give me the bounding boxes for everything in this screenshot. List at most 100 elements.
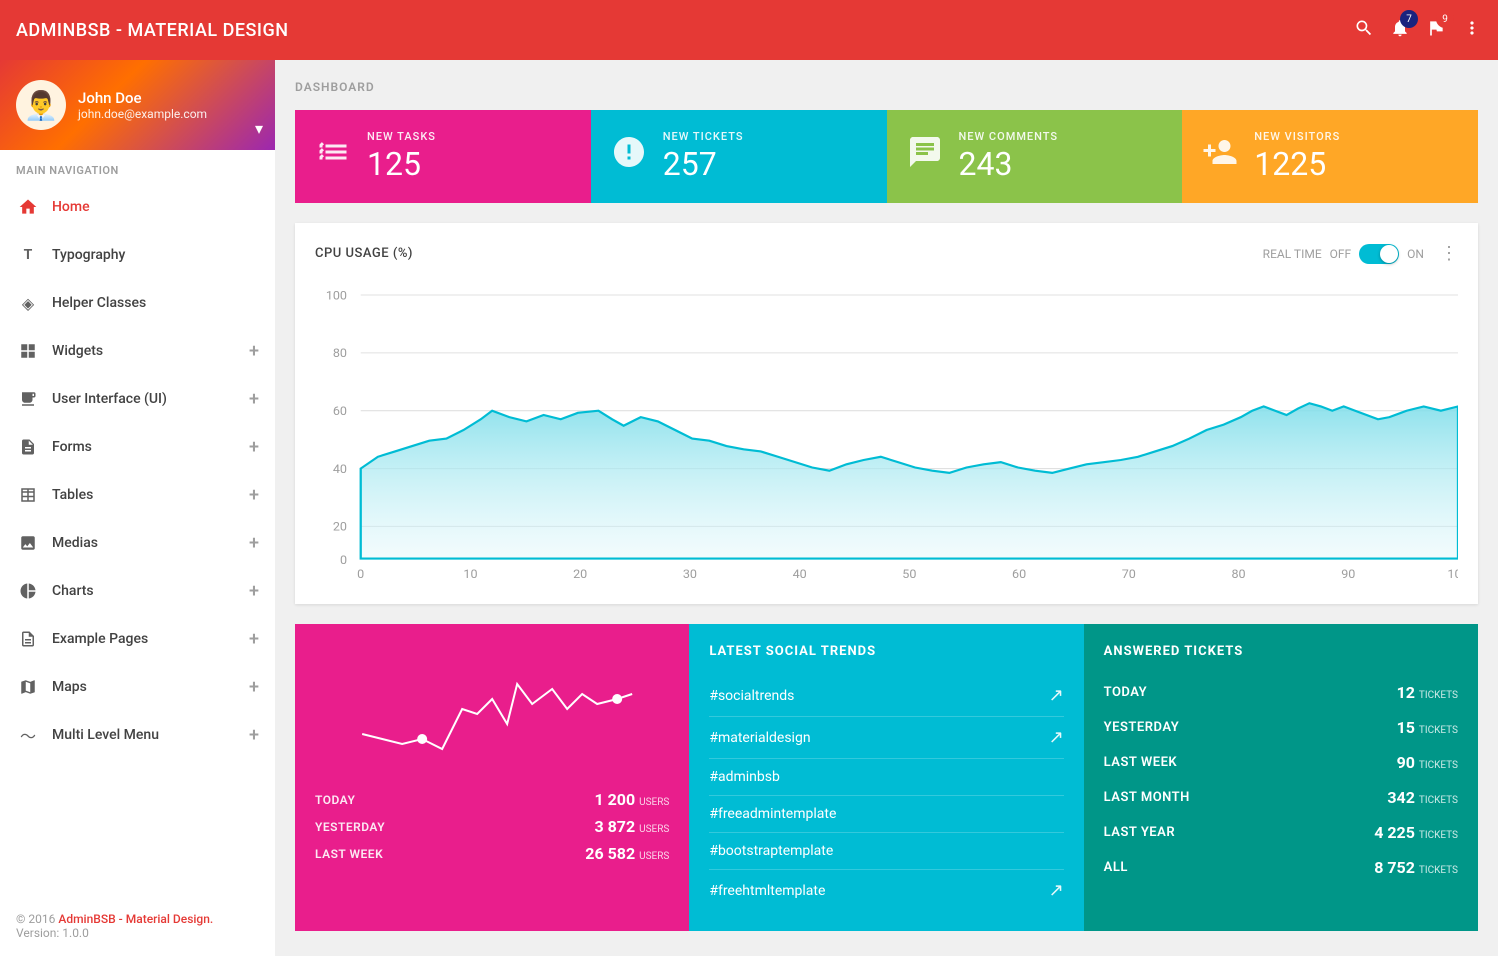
- user-info: John Doe john.doe@example.com: [78, 89, 259, 121]
- nav-expand-icon[interactable]: +: [249, 437, 259, 458]
- user-stat-label: YESTERDAY: [315, 820, 385, 834]
- new-comments-label: NEW COMMENTS: [959, 130, 1059, 143]
- ticket-row: ALL 8 752 TICKETS: [1104, 850, 1458, 885]
- top-header: ADMINBSB - MATERIAL DESIGN 7 9: [0, 0, 1498, 60]
- sidebar-item-maps[interactable]: Maps+: [0, 663, 275, 711]
- sidebar-item-medias[interactable]: Medias+: [0, 519, 275, 567]
- svg-text:30: 30: [683, 567, 697, 580]
- notifications-button[interactable]: 7: [1390, 18, 1410, 42]
- ticket-period: LAST YEAR: [1104, 825, 1175, 840]
- footer-brand-link[interactable]: AdminBSB - Material Design.: [58, 912, 213, 926]
- header-icons: 7 9: [1354, 18, 1482, 42]
- nav-expand-icon[interactable]: +: [249, 725, 259, 746]
- svg-text:10: 10: [463, 567, 477, 580]
- maps-icon: [16, 675, 40, 699]
- sidebar-item-charts[interactable]: Charts+: [0, 567, 275, 615]
- ticket-unit: TICKETS: [1419, 760, 1458, 771]
- off-label: OFF: [1330, 247, 1352, 261]
- new-visitors-icon: [1202, 134, 1238, 179]
- ticket-count: 342: [1387, 788, 1415, 807]
- nav-item-label: Forms: [52, 439, 249, 455]
- sidebar-item-user-interface[interactable]: User Interface (UI)+: [0, 375, 275, 423]
- new-tickets-icon: [611, 134, 647, 179]
- home-icon: [16, 195, 40, 219]
- chart-menu-button[interactable]: ⋮: [1440, 243, 1458, 264]
- new-comments-icon: [907, 134, 943, 179]
- new-tasks-icon: [315, 134, 351, 179]
- sidebar-item-home[interactable]: Home: [0, 183, 275, 231]
- sidebar-item-multi-level[interactable]: 〜Multi Level Menu+: [0, 711, 275, 759]
- cpu-chart-svg-container: 100 80 60 40 20 0 0 10 20: [315, 280, 1458, 584]
- nav-item-label: User Interface (UI): [52, 391, 249, 407]
- helper-classes-icon: ◈: [16, 291, 40, 315]
- ticket-count-area: 90 TICKETS: [1397, 753, 1458, 772]
- ticket-period: TODAY: [1104, 685, 1148, 700]
- nav-expand-icon[interactable]: +: [249, 389, 259, 410]
- nav-item-label: Tables: [52, 487, 249, 503]
- tickets-title: ANSWERED TICKETS: [1104, 644, 1458, 659]
- typography-icon: T: [16, 243, 40, 267]
- app-title: ADMINBSB - MATERIAL DESIGN: [16, 20, 289, 41]
- sidebar-item-example-pages[interactable]: Example Pages+: [0, 615, 275, 663]
- nav-expand-icon[interactable]: +: [249, 581, 259, 602]
- ticket-count: 15: [1397, 718, 1415, 737]
- ticket-count: 8 752: [1374, 858, 1415, 877]
- flags-button[interactable]: 9: [1426, 18, 1446, 42]
- cpu-chart-svg: 100 80 60 40 20 0 0 10 20: [315, 280, 1458, 580]
- stat-card-new-comments: NEW COMMENTS 243: [887, 110, 1183, 203]
- svg-text:80: 80: [1231, 567, 1245, 580]
- sidebar-item-forms[interactable]: Forms+: [0, 423, 275, 471]
- ticket-unit: TICKETS: [1419, 865, 1458, 876]
- social-trend-item: #socialtrends ↗: [709, 675, 1063, 717]
- ticket-row: LAST WEEK 90 TICKETS: [1104, 745, 1458, 780]
- social-tag: #bootstraptemplate: [709, 843, 833, 859]
- svg-text:50: 50: [902, 567, 916, 580]
- nav-expand-icon[interactable]: +: [249, 533, 259, 554]
- new-tickets-value: 257: [663, 145, 744, 183]
- nav-expand-icon[interactable]: +: [249, 677, 259, 698]
- on-label: ON: [1407, 247, 1424, 261]
- user-stat-value: 26 582 USERS: [585, 844, 669, 863]
- more-menu-button[interactable]: [1462, 18, 1482, 42]
- sidebar-item-widgets[interactable]: Widgets+: [0, 327, 275, 375]
- nav-expand-icon[interactable]: +: [249, 341, 259, 362]
- chart-header: CPU USAGE (%) REAL TIME OFF ON ⋮: [315, 243, 1458, 264]
- sidebar-item-typography[interactable]: T Typography: [0, 231, 275, 279]
- nav-item-label: Typography: [52, 247, 259, 263]
- ticket-row: LAST MONTH 342 TICKETS: [1104, 780, 1458, 815]
- realtime-toggle[interactable]: [1359, 244, 1399, 264]
- multi-level-icon: 〜: [16, 723, 40, 747]
- sidebar: 👨‍💼 John Doe john.doe@example.com ▾ MAIN…: [0, 60, 275, 956]
- chevron-down-icon[interactable]: ▾: [255, 119, 263, 138]
- sidebar-item-tables[interactable]: Tables+: [0, 471, 275, 519]
- new-tasks-info: NEW TASKS 125: [367, 130, 436, 183]
- ticket-count-area: 4 225 TICKETS: [1374, 823, 1458, 842]
- ticket-count-area: 15 TICKETS: [1397, 718, 1458, 737]
- social-trend-item: #freehtmltemplate ↗: [709, 870, 1063, 911]
- cpu-chart-card: CPU USAGE (%) REAL TIME OFF ON ⋮ 100 80: [295, 223, 1478, 604]
- stat-card-new-tickets: NEW TICKETS 257: [591, 110, 887, 203]
- nav-expand-icon[interactable]: +: [249, 629, 259, 650]
- ticket-unit: TICKETS: [1419, 725, 1458, 736]
- ticket-count: 4 225: [1374, 823, 1415, 842]
- sidebar-item-helper-classes[interactable]: ◈Helper Classes: [0, 279, 275, 327]
- nav-expand-icon[interactable]: +: [249, 485, 259, 506]
- svg-text:90: 90: [1341, 567, 1355, 580]
- widgets-icon: [16, 339, 40, 363]
- social-items-list: #socialtrends ↗ #materialdesign ↗ #admin…: [709, 675, 1063, 911]
- ticket-period: ALL: [1104, 860, 1128, 875]
- social-tag: #socialtrends: [709, 688, 794, 704]
- new-tickets-info: NEW TICKETS 257: [663, 130, 744, 183]
- svg-text:100: 100: [1447, 567, 1458, 580]
- sparkline-chart: [315, 644, 669, 774]
- search-button[interactable]: [1354, 18, 1374, 42]
- social-tag: #adminbsb: [709, 769, 780, 785]
- social-trend-item: #freeadmintemplate: [709, 796, 1063, 833]
- ticket-count-area: 8 752 TICKETS: [1374, 858, 1458, 877]
- trend-icon: ↗: [1049, 727, 1064, 748]
- notifications-badge: 7: [1400, 10, 1418, 28]
- new-visitors-value: 1225: [1254, 145, 1340, 183]
- user-stat-row: LAST WEEK 26 582 USERS: [315, 844, 669, 863]
- example-pages-icon: [16, 627, 40, 651]
- new-comments-info: NEW COMMENTS 243: [959, 130, 1059, 183]
